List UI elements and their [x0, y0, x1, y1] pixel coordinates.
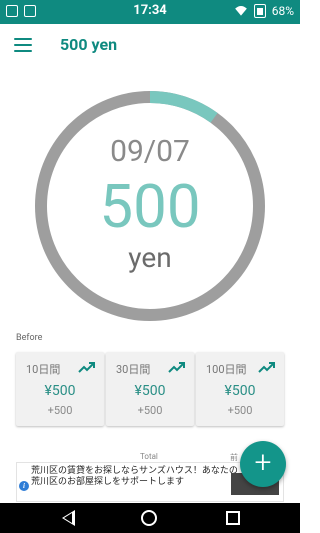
ring-center: 09/07 500 yen [30, 86, 270, 326]
period-card-30[interactable]: 30日間 ¥500 +500 [106, 352, 194, 426]
wifi-icon [234, 6, 247, 16]
card-title: 100日間 [206, 363, 247, 376]
trending-up-icon [78, 362, 95, 373]
battery-percent: 68% [271, 4, 294, 18]
currency-unit: yen [128, 241, 172, 274]
ad-info-icon[interactable]: i [19, 481, 29, 491]
period-card-10[interactable]: 10日間 ¥500 +500 [16, 352, 104, 426]
card-title: 10日間 [26, 363, 61, 376]
card-delta: +500 [47, 404, 73, 417]
current-amount: 500 [99, 171, 201, 242]
menu-icon[interactable] [14, 38, 32, 52]
before-cards: 10日間 ¥500 +500 30日間 ¥500 +500 100日間 ¥500… [16, 352, 284, 426]
period-card-100[interactable]: 100日間 ¥500 +500 [196, 352, 284, 426]
trending-up-icon [258, 362, 275, 373]
card-title: 30日間 [116, 363, 151, 376]
system-nav-bar [0, 503, 300, 533]
app-bar: 500 yen [0, 24, 300, 66]
add-entry-button[interactable]: + [240, 441, 286, 487]
home-icon[interactable] [141, 510, 157, 526]
ad-text[interactable]: 荒川区の賃貸をお探しならサンズハウス！あなたの荒川区のお部屋探しをサポートします [31, 466, 246, 488]
battery-icon [253, 4, 266, 18]
card-amount: ¥500 [224, 383, 256, 399]
system-indicators: 68% [234, 4, 294, 18]
back-icon[interactable] [62, 510, 75, 526]
current-date: 09/07 [110, 134, 190, 169]
card-amount: ¥500 [44, 383, 76, 399]
before-label: Before [16, 333, 43, 343]
status-bar: 17:34 68% [0, 0, 300, 24]
card-amount: ¥500 [134, 383, 166, 399]
recents-icon[interactable] [226, 511, 240, 525]
trending-up-icon [168, 362, 185, 373]
page-title: 500 yen [60, 35, 118, 54]
total-label: Total [140, 452, 158, 461]
card-delta: +500 [227, 404, 253, 417]
card-delta: +500 [137, 404, 163, 417]
plus-icon: + [254, 445, 272, 480]
